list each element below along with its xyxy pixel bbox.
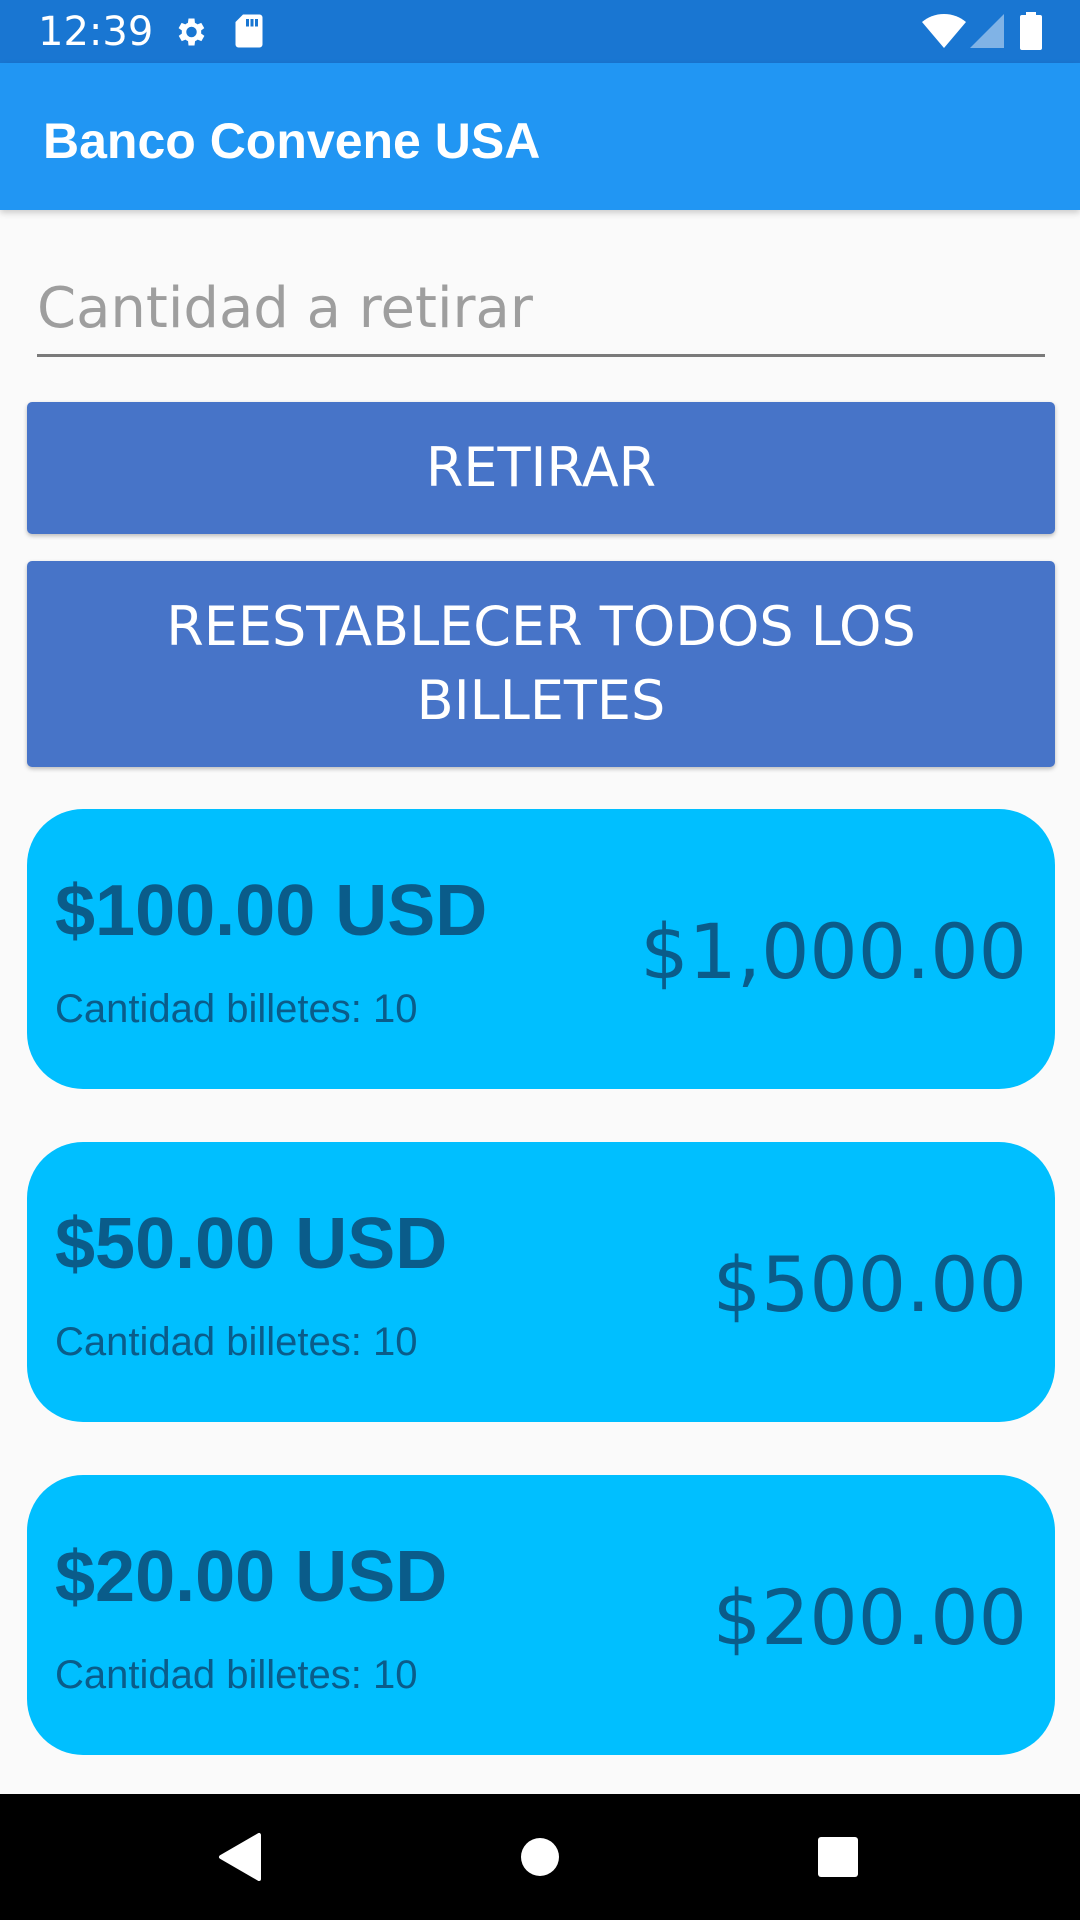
battery-icon [1020,12,1042,55]
withdraw-button[interactable]: RETIRAR [27,402,1055,534]
gear-icon [172,14,208,55]
bill-denomination: $50.00 USD [55,1204,448,1284]
bill-count: Cantidad billetes: 10 [55,987,418,1031]
bill-card-20: $20.00 USD Cantidad billetes: 10 $200.00 [27,1475,1055,1755]
home-icon[interactable] [505,1822,575,1892]
amount-field[interactable] [37,266,1045,357]
app-title: Banco Convene USA [43,113,541,169]
reset-bills-button[interactable]: REESTABLECER TODOS LOS BILLETES [27,561,1055,767]
bill-card-50: $50.00 USD Cantidad billetes: 10 $500.00 [27,1142,1055,1422]
back-icon[interactable] [205,1822,275,1892]
recents-icon[interactable] [803,1822,873,1892]
navigation-bar [0,1794,1080,1920]
status-time: 12:39 [38,9,154,55]
sd-card-icon [234,13,264,54]
withdraw-button-label: RETIRAR [425,436,657,499]
bill-count: Cantidad billetes: 10 [55,1653,418,1697]
bill-total: $200.00 [712,1573,1027,1662]
bill-denomination: $100.00 USD [55,871,488,951]
bill-total: $500.00 [712,1240,1027,1329]
reset-bills-button-label: REESTABLECER TODOS LOS BILLETES [166,595,916,732]
amount-input[interactable] [37,266,1045,351]
bill-denomination: $20.00 USD [55,1537,448,1617]
signal-icon [970,14,1004,53]
bill-card-100: $100.00 USD Cantidad billetes: 10 $1,000… [27,809,1055,1089]
app-bar: Banco Convene USA [0,63,1080,210]
bill-count: Cantidad billetes: 10 [55,1320,418,1364]
bill-total: $1,000.00 [640,907,1027,996]
wifi-icon [922,14,966,53]
status-bar: 12:39 [0,0,1080,63]
